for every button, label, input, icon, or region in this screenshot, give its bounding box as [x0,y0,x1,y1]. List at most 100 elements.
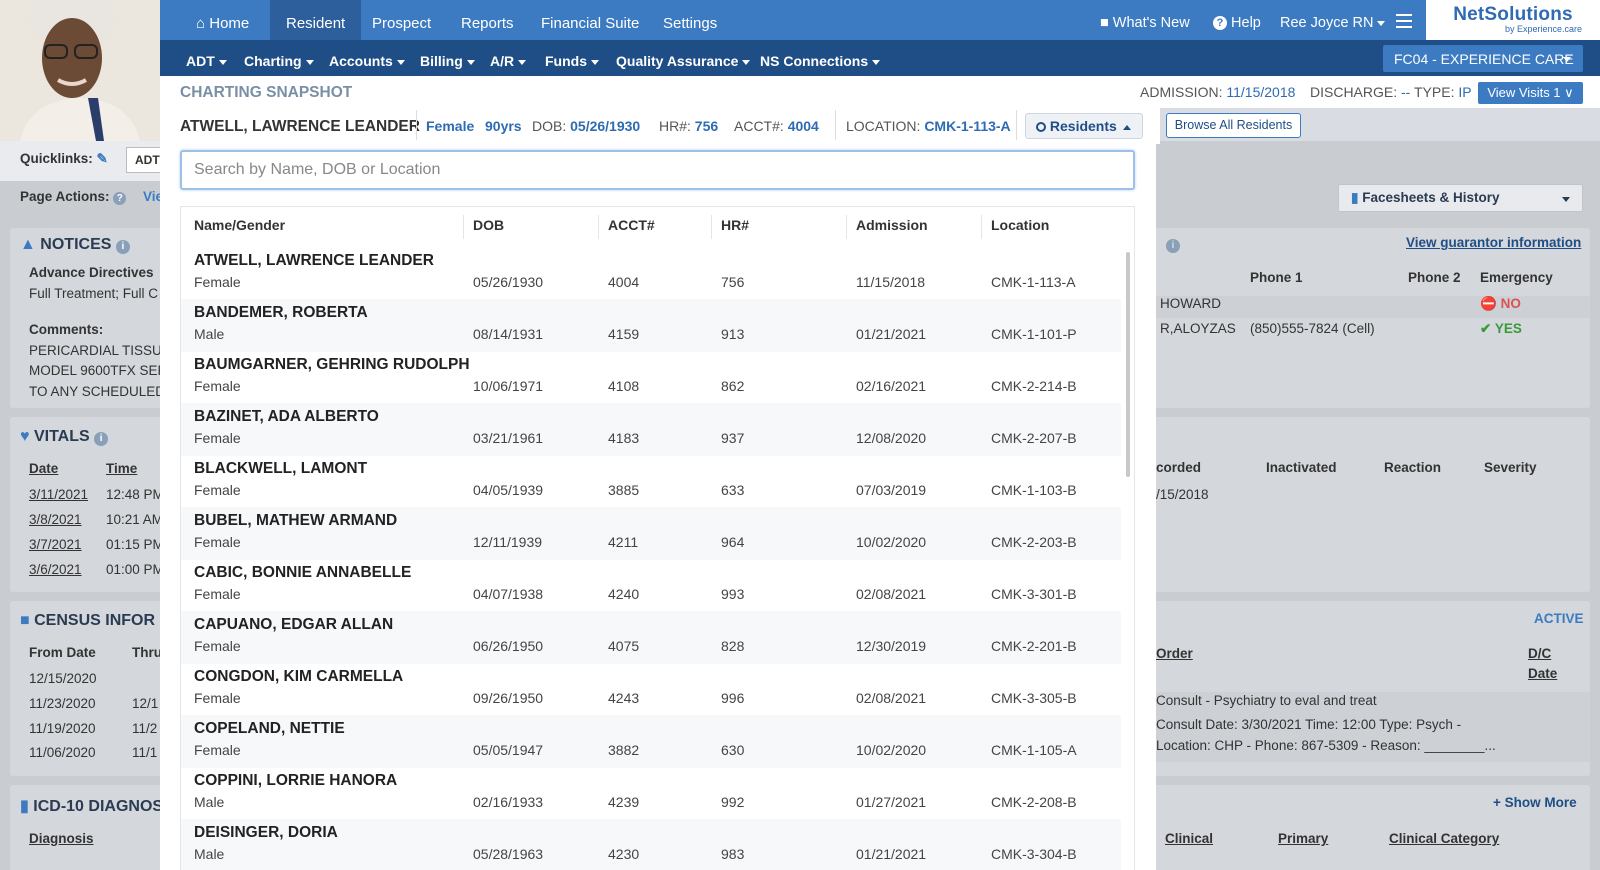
show-more-button[interactable]: + Show More [1493,795,1577,810]
quicklink-adt[interactable]: ADT [126,147,160,173]
resident-row-location: CMK-3-304-B [991,846,1077,862]
orders-header-order[interactable]: Order [1156,646,1193,661]
resident-row-name: BAUMGARNER, GEHRING RUDOLPH [194,356,470,373]
table-row[interactable]: CABIC, BONNIE ANNABELLE Female 04/07/1938 4… [181,559,1121,612]
nav-financial-suite[interactable]: Financial Suite [525,0,655,40]
orders-header-dc[interactable]: D/C [1528,646,1551,661]
divider [981,215,982,239]
nav-settings[interactable]: Settings [647,0,733,40]
scrollbar[interactable] [1126,252,1130,477]
subnav-ar[interactable]: A/R [490,40,527,76]
vitals-date[interactable]: 3/8/2021 [29,512,82,527]
home-icon: ⌂ [196,15,206,32]
discharge-info: DISCHARGE: -- [1310,84,1411,100]
view-visits-button[interactable]: View Visits 1 ∨ [1478,82,1583,104]
comment-line: MODEL 9600TFX SEF [29,363,166,378]
help-icon: ? [1213,16,1227,30]
help-link[interactable]: ? Help [1213,0,1261,40]
census-from: 11/23/2020 [29,696,96,711]
view-guarantor-link[interactable]: View guarantor information [1406,235,1581,250]
vitals-header-date[interactable]: Date [29,461,58,476]
orders-header-dc-date[interactable]: Date [1528,666,1557,681]
user-menu[interactable]: Ree Joyce RN [1280,0,1386,40]
resident-row-gender: Male [194,794,225,810]
nav-resident[interactable]: Resident [270,0,362,40]
no-icon: ⛔ [1480,296,1497,311]
resident-row-location: CMK-3-301-B [991,586,1077,602]
nav-reports[interactable]: Reports [445,0,530,40]
nav-home[interactable]: ⌂ Home [180,0,265,40]
resident-row-hr: 828 [721,638,745,654]
resident-row-admission: 02/08/2021 [856,586,927,602]
resident-row-dob: 05/05/1947 [473,742,544,758]
vitals-date[interactable]: 3/6/2021 [29,562,82,577]
table-row[interactable]: DEISINGER, DORIA Male 05/28/1963 4230 983 01/… [181,819,1121,870]
vitals-header-time[interactable]: Time [106,461,137,476]
edit-icon[interactable]: ✎ [97,151,108,166]
table-row[interactable]: BLACKWELL, LAMONT Female 04/05/1939 3885 633… [181,455,1121,508]
facility-select[interactable]: FC04 - EXPERIENCE CARE [1383,45,1583,72]
subnav-quality-assurance[interactable]: Quality Assurance [616,40,751,76]
col-header-acct[interactable]: ACCT# [608,217,655,233]
table-row[interactable]: COPELAND, NETTIE Female 05/05/1947 3882 630 1… [181,715,1121,768]
resident-row-acct: 4004 [608,274,640,290]
chevron-up-icon [1122,124,1131,130]
facesheets-dropdown[interactable]: ▮ Facesheets & History [1338,184,1583,212]
subnav-adt[interactable]: ADT [186,40,227,76]
icd-header-category[interactable]: Clinical Category [1389,831,1499,846]
subnav-billing[interactable]: Billing [420,40,475,76]
resident-row-location: CMK-2-201-B [991,638,1077,654]
nav-prospect[interactable]: Prospect [356,0,447,40]
resident-row-admission: 10/02/2020 [856,742,927,758]
table-row[interactable]: BANDEMER, ROBERTA Male 08/14/1931 4159 913 01… [181,299,1121,352]
allergy-header-severity: Severity [1484,460,1537,475]
subnav-accounts[interactable]: Accounts [329,40,405,76]
table-row[interactable]: ATWELL, LAWRENCE LEANDER Female 05/26/1930… [181,247,1121,300]
subnav-charting[interactable]: Charting [244,40,314,76]
resident-row-admission: 12/08/2020 [856,430,927,446]
resident-row-acct: 4183 [608,430,640,446]
vitals-date[interactable]: 3/7/2021 [29,537,82,552]
census-from: 12/15/2020 [29,671,97,686]
col-header-hr[interactable]: HR# [721,217,749,233]
table-row[interactable]: CONGDON, KIM CARMELLA Female 09/26/1950 424… [181,663,1121,716]
full-treatment-text: Full Treatment; Full C [29,286,159,301]
census-thru: 12/1 [132,696,159,711]
table-row[interactable]: BAZINET, ADA ALBERTO Female 03/21/1961 4183… [181,403,1121,456]
resident-row-dob: 03/21/1961 [473,430,544,446]
resident-row-gender: Female [194,274,241,290]
table-row[interactable]: COPPINI, LORRIE HANORA Male 02/16/1933 4239… [181,767,1121,820]
admission-info: ADMISSION: 11/15/2018 [1140,84,1296,100]
resident-row-acct: 4108 [608,378,640,394]
divider [835,110,836,140]
resident-row-location: CMK-2-207-B [991,430,1077,446]
icd-header-primary[interactable]: Primary [1278,831,1328,846]
col-header-dob[interactable]: DOB [473,217,504,233]
col-header-admission[interactable]: Admission [856,217,928,233]
col-header-name[interactable]: Name/Gender [194,217,285,233]
table-row[interactable]: BAUMGARNER, GEHRING RUDOLPH Female 10/06/1… [181,351,1121,404]
icd-header-diagnosis[interactable]: Diagnosis [29,831,94,846]
vitals-date[interactable]: 3/11/2021 [29,487,88,502]
subnav-ns-connections[interactable]: NS Connections [760,40,881,76]
resident-row-gender: Female [194,378,241,394]
vitals-title: ♥ VITALS i [20,428,109,446]
subnav-funds[interactable]: Funds [545,40,599,76]
table-row[interactable]: CAPUANO, EDGAR ALLAN Female 06/26/1950 4075… [181,611,1121,664]
resident-row-acct: 4075 [608,638,640,654]
resident-row-gender: Female [194,482,241,498]
resident-search-box [180,150,1135,190]
table-row[interactable]: BUBEL, MATHEW ARMAND Female 12/11/1939 4211… [181,507,1121,560]
vitals-time: 01:00 PM [106,562,164,577]
browse-all-residents-button[interactable]: Browse All Residents [1166,113,1301,138]
whats-new-link[interactable]: ■ What's New [1100,0,1190,40]
resident-search-input[interactable] [182,152,1133,188]
icd-header-clinical[interactable]: Clinical [1165,831,1213,846]
resident-row-acct: 4211 [608,534,639,550]
resident-row-location: CMK-2-203-B [991,534,1077,550]
resident-row-location: CMK-1-105-A [991,742,1077,758]
divider [463,215,464,239]
col-header-location[interactable]: Location [991,217,1049,233]
divider [416,110,417,140]
residents-button[interactable]: Residents [1025,113,1143,139]
